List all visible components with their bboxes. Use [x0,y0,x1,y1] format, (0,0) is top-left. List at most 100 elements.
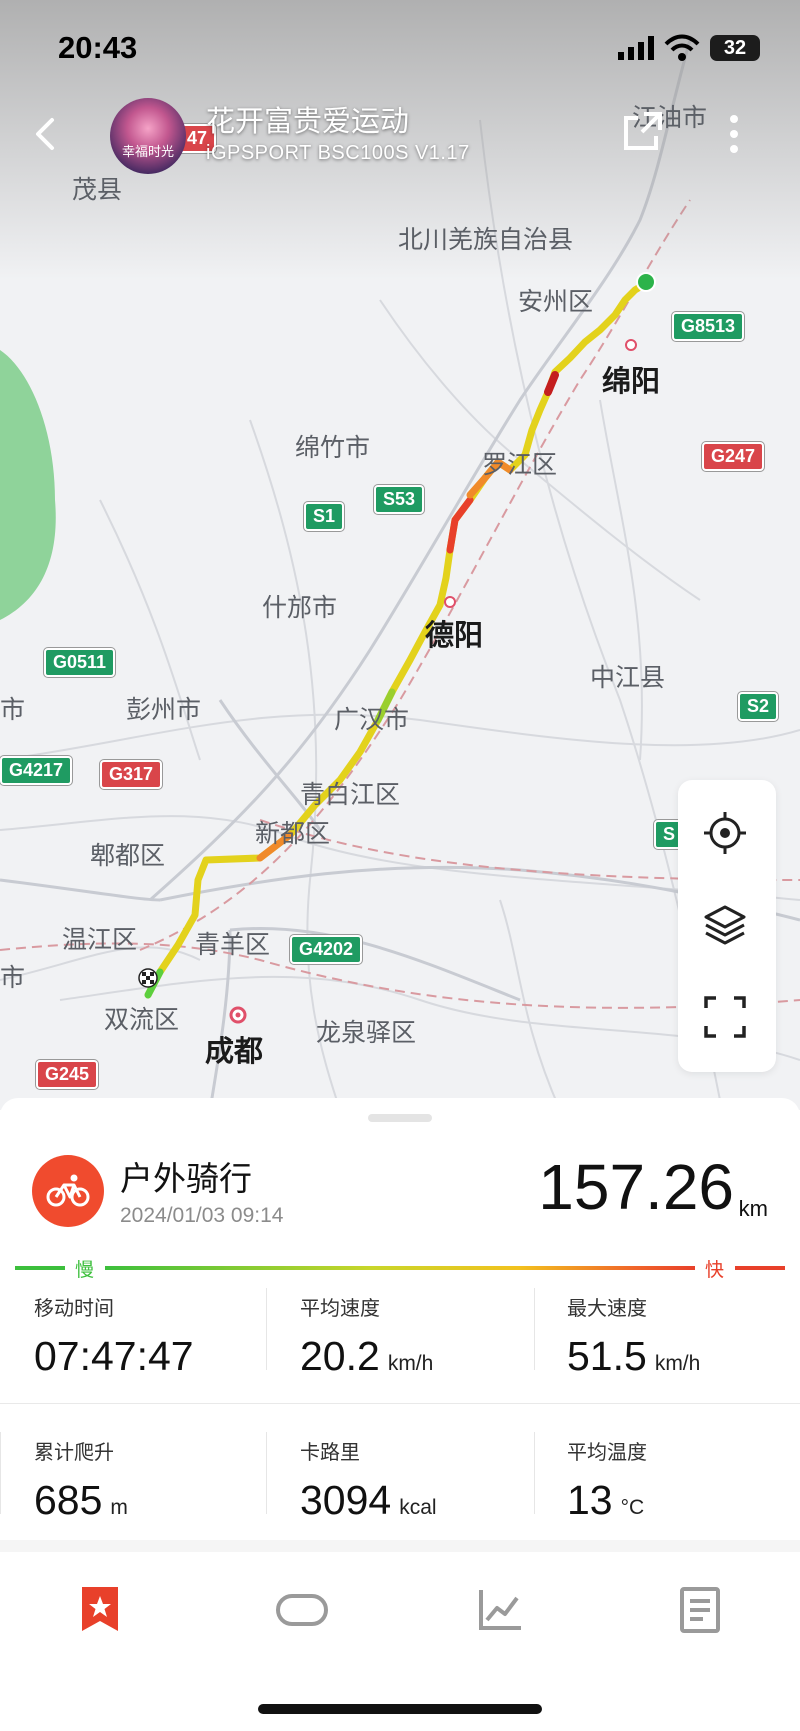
stat-unit: °C [620,1496,645,1519]
stat-elevation-gain: 累计爬升 685 m [34,1436,264,1524]
place-label: 安州区 [518,287,594,316]
stat-value: 51.5 [567,1333,647,1379]
battery-indicator: 32 [710,35,760,61]
more-vertical-icon[interactable] [724,112,744,160]
road-shield: S1 [304,502,345,531]
road-shield: G4217 [0,756,73,785]
stat-unit: m [110,1496,128,1519]
user-name: 花开富贵爱运动 [206,104,410,138]
road-shield: G317 [100,760,163,789]
finish-marker [138,968,158,988]
stat-value: 3094 [300,1477,392,1523]
stat-label: 累计爬升 [34,1440,114,1464]
status-time: 20:43 [58,30,138,65]
stat-unit: kcal [399,1496,437,1519]
stat-avg-temperature: 平均温度 13 °C [567,1436,797,1524]
place-label: 茂县 [72,175,123,204]
sheet-drag-handle[interactable] [368,1114,432,1122]
place-label: 新都区 [255,819,331,848]
tab-laps[interactable] [274,1582,330,1638]
line-chart-icon [479,1590,521,1630]
tab-chart[interactable] [472,1582,528,1638]
stat-label: 移动时间 [34,1296,114,1320]
place-label: 双流区 [104,1005,180,1034]
road-shield: G245 [36,1060,99,1089]
tab-overview[interactable] [72,1582,128,1638]
road-shield: G8513 [672,312,745,341]
avatar-caption: 幸福时光 [121,145,174,160]
map-tools-panel [678,780,776,1072]
stat-calories: 卡路里 3094 kcal [300,1436,530,1524]
stat-label: 卡路里 [300,1440,360,1464]
road-shield: G4202 [290,935,363,964]
stat-unit: km/h [654,1352,701,1375]
bicycle-icon [32,1155,104,1227]
divider [534,1432,535,1514]
stat-label: 平均温度 [567,1440,647,1464]
star-badge-icon [82,1587,118,1631]
place-label: 北川羌族自治县 [398,225,574,254]
forest-area [0,350,56,620]
locate-icon[interactable] [702,810,752,860]
tab-detail[interactable] [672,1582,728,1638]
section-gap [0,1540,800,1552]
place-label: 什邡市 [262,593,338,622]
place-label: 彭州市 [126,695,202,724]
activity-type: 户外骑行 [120,1159,252,1198]
stat-value: 685 [34,1477,103,1523]
divider [534,1288,535,1370]
device-name: iGPSPORT BSC100S V1.17 [206,142,470,164]
stat-label: 平均速度 [300,1296,380,1320]
road-shield: S2 [738,692,779,721]
route-map[interactable]: 江油市 茂县 北川羌族自治县 安州区 绵阳 绵竹市 罗江区 什邡市 德阳 中江县… [0,0,800,1110]
stat-value: 07:47:47 [34,1333,194,1379]
activity-datetime: 2024/01/03 09:14 [120,1204,284,1227]
stat-unit: km/h [387,1352,434,1375]
stat-moving-time: 移动时间 07:47:47 [34,1292,264,1380]
back-arrow-icon[interactable] [30,114,60,158]
stat-label: 最大速度 [567,1296,647,1320]
stat-value: 13 [567,1477,613,1523]
distance-number: 157.26 [538,1151,734,1223]
distance-unit: km [738,1196,768,1221]
place-label: 绵竹市 [295,433,371,462]
avatar[interactable]: 幸福时光 [110,98,186,174]
place-label: 德阳 [425,618,484,652]
road-shield: S53 [374,485,425,514]
place-label: 市 [0,963,26,992]
row-divider [0,1403,800,1404]
speed-color-legend: 慢 快 [15,1255,785,1285]
cellular-signal-icon [618,36,656,64]
fast-label: 快 [705,1259,725,1281]
divider [266,1432,267,1514]
place-label: 青羊区 [195,930,271,959]
fullscreen-icon[interactable] [702,994,752,1044]
route-fast-segment [446,496,474,554]
place-label: 广汉市 [334,705,410,734]
divider [266,1288,267,1370]
divider [0,1432,1,1514]
stat-avg-speed: 平均速度 20.2 km/h [300,1292,530,1380]
place-label: 市 [0,695,26,724]
place-label: 罗江区 [482,450,558,479]
place-label: 龙泉驿区 [316,1018,417,1047]
place-label: 温江区 [62,925,138,954]
distance-value: 157.26 [538,1150,734,1224]
laps-icon [276,1594,328,1626]
share-icon[interactable] [620,108,666,158]
wifi-icon [664,34,700,66]
document-icon [680,1587,720,1633]
road-shield: G0511 [44,648,116,677]
place-label: 青白江区 [300,780,401,809]
home-indicator [258,1704,542,1714]
stat-value: 20.2 [300,1333,380,1379]
road-shield: G247 [702,442,765,471]
place-label: 中江县 [590,663,666,692]
place-label: 成都 [205,1034,264,1068]
route-fast-segment [544,371,559,396]
layers-icon[interactable] [702,902,752,952]
slow-label: 慢 [75,1259,95,1281]
stat-max-speed: 最大速度 51.5 km/h [567,1292,797,1380]
place-label: 郫都区 [90,841,166,870]
place-label: 绵阳 [602,364,661,398]
